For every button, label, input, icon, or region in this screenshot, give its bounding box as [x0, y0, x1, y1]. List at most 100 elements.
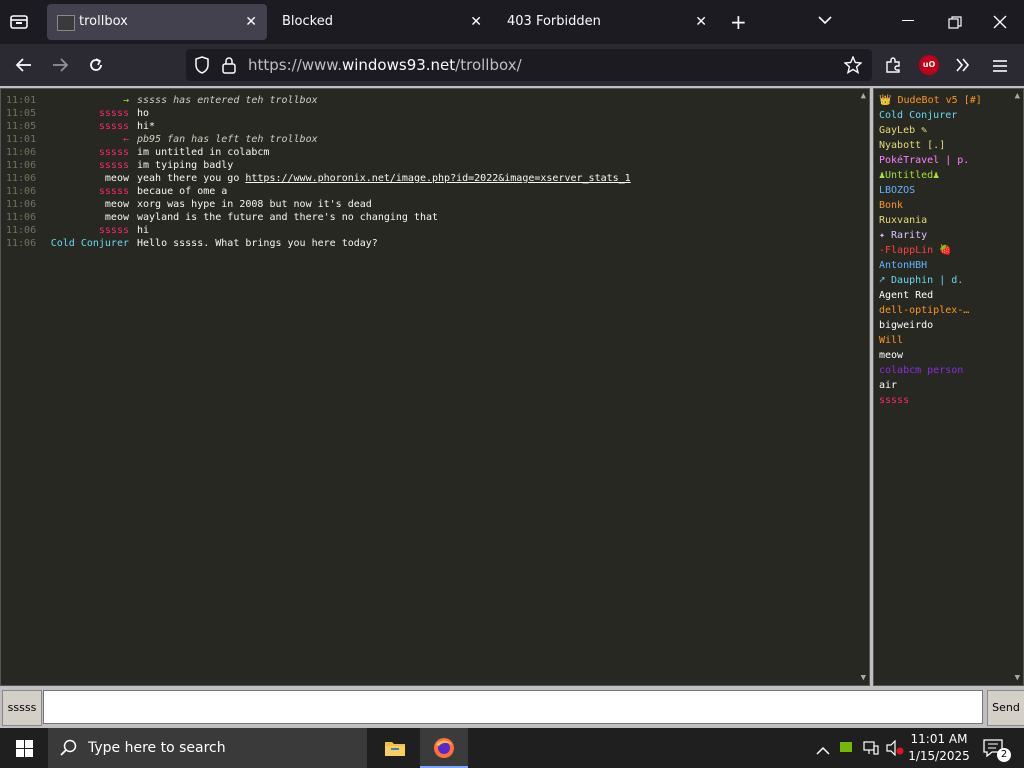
close-tab-icon[interactable]: ✕: [695, 4, 707, 40]
message-timestamp: 11:05: [6, 121, 37, 132]
user-list[interactable]: 👑 DudeBot v5 [#] Cold Conjurer GayLeb ✎ Nya…: [873, 88, 1024, 686]
nickname-button[interactable]: sssss: [2, 690, 42, 726]
windows-start-icon[interactable]: [16, 740, 33, 761]
scroll-down-arrow-icon[interactable]: ▼: [861, 673, 866, 683]
message-nick[interactable]: sssss: [39, 146, 129, 159]
message-body: wayland is the future and there's no cha…: [137, 212, 439, 223]
scroll-down-arrow-icon[interactable]: ▼: [1015, 673, 1020, 683]
message-text: yeah there you go https://www.phoronix.n…: [137, 172, 631, 185]
user-list-item[interactable]: Cold Conjurer: [879, 108, 1009, 123]
send-button[interactable]: Send: [987, 690, 1024, 726]
message-timestamp: 11:06: [6, 212, 37, 223]
tracking-protection-shield-icon[interactable]: [194, 56, 210, 78]
user-list-item[interactable]: 👑 DudeBot v5 [#]: [879, 93, 1009, 108]
user-list-item[interactable]: AntonHBH: [879, 258, 1009, 273]
scroll-up-arrow-icon[interactable]: ▲: [861, 91, 866, 101]
tab-blocked[interactable]: Blocked ✕: [272, 4, 492, 40]
new-tab-icon[interactable]: +: [730, 10, 747, 34]
firefox-view-icon[interactable]: [8, 12, 30, 32]
user-list-item[interactable]: Will: [879, 333, 1009, 348]
user-list-item[interactable]: ✦ Rarity: [879, 228, 1009, 243]
user-list-item[interactable]: Ruxvania: [879, 213, 1009, 228]
tab-403-forbidden[interactable]: 403 Forbidden ✕: [497, 4, 717, 40]
restore-icon[interactable]: [948, 15, 962, 34]
minimize-icon[interactable]: [902, 20, 914, 21]
file-explorer-icon[interactable]: [384, 739, 406, 761]
volume-muted-icon[interactable]: [886, 739, 904, 760]
message-body: yeah there you go: [137, 173, 246, 184]
message-input[interactable]: [43, 690, 983, 724]
user-list-item[interactable]: -FlappLin 🍓: [879, 243, 1009, 258]
tab-trollbox[interactable]: trollbox ✕: [47, 4, 267, 40]
lock-icon[interactable]: [222, 56, 236, 78]
chat-log[interactable]: 11:01 → sssss has entered teh trollbox 11:0…: [0, 88, 870, 686]
message-nick[interactable]: meow: [39, 211, 129, 224]
windows-taskbar: Type here to search 11:01 AM 1/15/2025 2: [0, 728, 1024, 768]
message-text: ho: [137, 107, 149, 120]
close-window-icon[interactable]: [993, 14, 1007, 33]
search-icon: [60, 739, 78, 761]
message-nick[interactable]: sssss: [39, 185, 129, 198]
message-nick[interactable]: sssss: [39, 107, 129, 120]
user-list-item[interactable]: colabcm person: [879, 363, 1009, 378]
url-bar[interactable]: https://www.windows93.net/trollbox/: [186, 49, 872, 81]
message-nick[interactable]: Cold Conjurer: [39, 237, 129, 250]
user-list-item[interactable]: PokéTravel | p.: [879, 153, 1009, 168]
chat-message: 11:06 sssss becaue of ome a: [1, 185, 861, 198]
show-hidden-icons-chevron-icon[interactable]: [816, 741, 830, 760]
user-list-item[interactable]: GayLeb ✎: [879, 123, 1009, 138]
message-nick[interactable]: meow: [39, 198, 129, 211]
message-text: wayland is the future and there's no cha…: [137, 211, 438, 224]
message-text: im tyiping badly: [137, 159, 233, 172]
more-tools-chevrons-icon[interactable]: [955, 57, 971, 77]
nvidia-icon[interactable]: [840, 742, 852, 752]
message-nick[interactable]: meow: [39, 172, 129, 185]
firefox-taskbar-button[interactable]: [420, 728, 468, 768]
message-link[interactable]: https://www.phoronix.net/image.php?id=20…: [245, 173, 630, 184]
back-arrow-icon[interactable]: [15, 56, 33, 78]
system-clock[interactable]: 11:01 AM 1/15/2025: [904, 731, 974, 765]
list-tabs-chevron-icon[interactable]: [817, 12, 833, 32]
forward-arrow-icon[interactable]: [51, 56, 69, 78]
user-list-item[interactable]: air: [879, 378, 1009, 393]
message-nick[interactable]: sssss: [39, 159, 129, 172]
search-placeholder: Type here to search: [88, 740, 226, 756]
chat-message: 11:06 sssss hi: [1, 224, 861, 237]
extensions-puzzle-icon[interactable]: [884, 56, 902, 78]
user-list-item[interactable]: meow: [879, 348, 1009, 363]
scroll-up-arrow-icon[interactable]: ▲: [1015, 91, 1020, 101]
ublock-origin-icon[interactable]: uO: [919, 55, 939, 75]
message-timestamp: 11:06: [6, 238, 37, 249]
message-text: hi*: [137, 120, 155, 133]
message-body: becaue of ome a: [137, 186, 228, 197]
close-tab-icon[interactable]: ✕: [245, 4, 257, 40]
user-list-item[interactable]: sssss: [879, 393, 1009, 408]
message-nick[interactable]: sssss: [39, 120, 129, 133]
user-list-item[interactable]: Bonk: [879, 198, 1009, 213]
network-icon[interactable]: [863, 740, 879, 759]
notification-count-badge: 2: [997, 748, 1011, 762]
bookmark-star-icon[interactable]: [843, 55, 863, 78]
user-list-item[interactable]: dell-optiplex-…: [879, 303, 1009, 318]
taskbar-search-box[interactable]: Type here to search: [48, 728, 367, 768]
message-text: hi: [137, 224, 149, 237]
hamburger-menu-icon[interactable]: [992, 58, 1008, 77]
user-list-item[interactable]: LBOZOS: [879, 183, 1009, 198]
tab-label: Blocked: [282, 14, 333, 29]
user-list-item[interactable]: Agent Red: [879, 288, 1009, 303]
message-timestamp: 11:01: [6, 95, 37, 106]
message-nick[interactable]: →: [39, 94, 129, 107]
user-list-item[interactable]: ♟Untitled♟: [879, 168, 1009, 183]
user-list-item[interactable]: Nyabott [.]: [879, 138, 1009, 153]
reload-icon[interactable]: [87, 56, 105, 78]
message-nick[interactable]: ←: [39, 133, 129, 146]
user-list-item[interactable]: bigweirdo: [879, 318, 1009, 333]
message-nick[interactable]: sssss: [39, 224, 129, 237]
close-tab-icon[interactable]: ✕: [470, 4, 482, 40]
message-body: xorg was hype in 2008 but now it's dead: [137, 199, 372, 210]
chat-message: 11:05 sssss hi*: [1, 120, 861, 133]
clock-date: 1/15/2025: [908, 749, 970, 763]
user-list-item[interactable]: ➚ Dauphin | d.: [879, 273, 1009, 288]
message-timestamp: 11:01: [6, 134, 37, 145]
clock-time: 11:01 AM: [910, 732, 968, 746]
